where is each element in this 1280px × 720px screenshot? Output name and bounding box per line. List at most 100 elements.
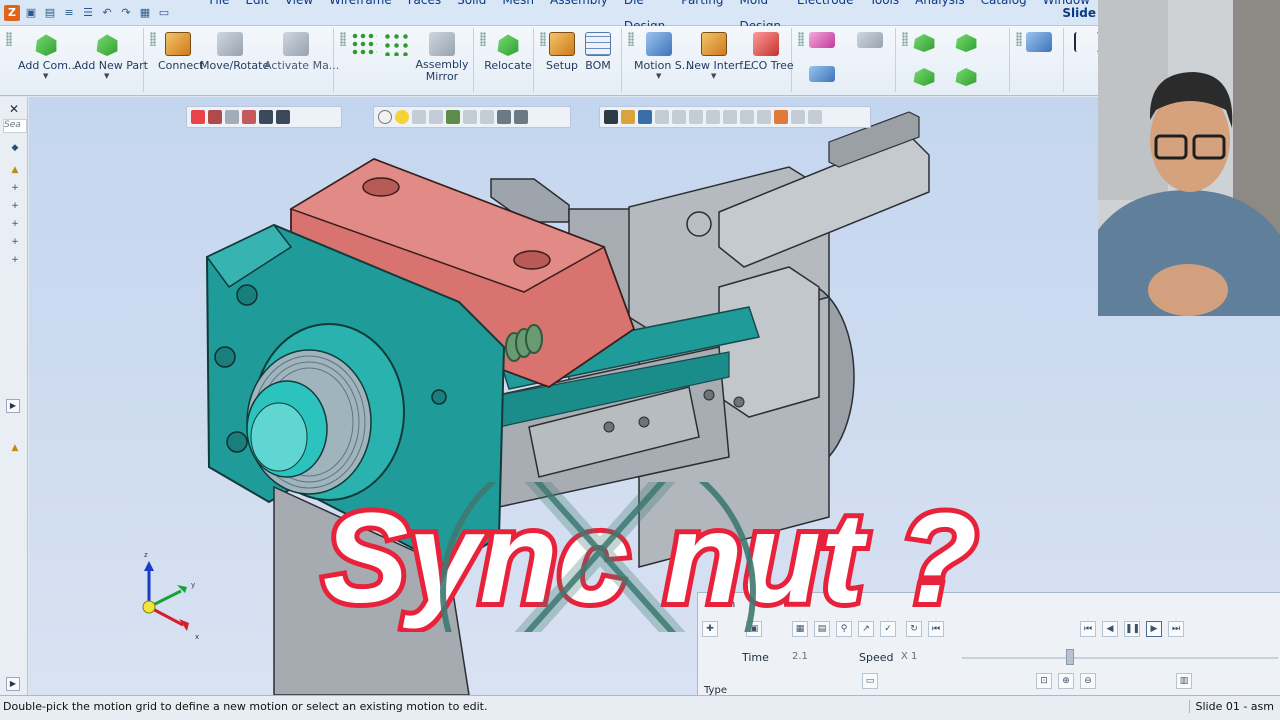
relocate-button[interactable]: Relocate bbox=[484, 32, 532, 72]
window-icon[interactable]: ▭ bbox=[862, 673, 878, 689]
eco-tree-button[interactable]: ECO Tree bbox=[744, 32, 794, 72]
zoom-icon[interactable] bbox=[638, 110, 652, 124]
pick-icon[interactable] bbox=[225, 110, 239, 124]
shading-icon[interactable] bbox=[514, 110, 528, 124]
bom-button[interactable]: BOM bbox=[582, 32, 614, 72]
shape-split-button[interactable] bbox=[952, 66, 980, 89]
datum-icon bbox=[857, 32, 883, 48]
manager-panel: ✕ Sea ◆ ▲ + + + + + ▶ ▲ ▶ bbox=[0, 97, 28, 695]
view-top-icon[interactable] bbox=[655, 110, 669, 124]
ribbon-group-shapes bbox=[900, 28, 1010, 92]
grip-icon bbox=[798, 32, 804, 46]
view-alt-icon[interactable] bbox=[429, 110, 443, 124]
view-front-icon[interactable] bbox=[672, 110, 686, 124]
view-left-icon[interactable] bbox=[706, 110, 720, 124]
chevron-right-icon[interactable]: ▶ bbox=[6, 399, 20, 413]
close-icon[interactable]: ✕ bbox=[6, 101, 22, 117]
pin-icon[interactable]: ◆ bbox=[10, 143, 20, 153]
zoom-out-icon[interactable]: ⊖ bbox=[1080, 673, 1096, 689]
speed-select[interactable]: X 1 bbox=[901, 651, 917, 662]
new-interference-button[interactable]: New Interf... ▼ bbox=[686, 32, 753, 80]
add-new-part-button[interactable]: Add New Part ▼ bbox=[74, 32, 148, 80]
view-active-icon[interactable] bbox=[774, 110, 788, 124]
light-on-icon[interactable] bbox=[395, 110, 409, 124]
view-iso-icon[interactable] bbox=[757, 110, 771, 124]
chevron-right-icon[interactable]: ▶ bbox=[6, 677, 20, 691]
zoom-in-icon[interactable]: ⊕ bbox=[1058, 673, 1074, 689]
shape-cube-button[interactable] bbox=[910, 32, 938, 55]
save-icon[interactable]: ▣ bbox=[23, 5, 39, 21]
connect-icon bbox=[165, 32, 191, 56]
menu-slide[interactable]: Slide bbox=[1062, 0, 1096, 26]
ribbon-group-datum bbox=[796, 28, 896, 92]
tree-expand-icon[interactable]: + bbox=[10, 183, 20, 193]
ribbon-group-position: Connect Move/Rotate Activate Ma... bbox=[148, 28, 340, 92]
select-all-icon[interactable] bbox=[208, 110, 222, 124]
display-toolbar bbox=[373, 106, 571, 128]
shape-wedge-button[interactable] bbox=[952, 32, 980, 55]
view-right-icon[interactable] bbox=[689, 110, 703, 124]
motion-sim-button[interactable]: Motion S... ▼ bbox=[634, 32, 692, 80]
add-component-label: Add Com... bbox=[18, 59, 79, 72]
list-alt-icon[interactable]: ☰ bbox=[80, 5, 96, 21]
app-logo-icon[interactable]: Z bbox=[4, 4, 20, 21]
assembly-mirror-button[interactable]: Assembly Mirror bbox=[414, 32, 470, 83]
rotate-view-icon[interactable] bbox=[604, 110, 618, 124]
box-select-icon[interactable] bbox=[259, 110, 273, 124]
tree-expand-icon[interactable]: + bbox=[10, 255, 20, 265]
cube-view-icon[interactable] bbox=[497, 110, 511, 124]
tools-extra-button[interactable] bbox=[1024, 32, 1054, 55]
measure-button[interactable] bbox=[1074, 32, 1100, 55]
datum-button[interactable] bbox=[856, 32, 884, 51]
timeline-slider-thumb[interactable] bbox=[1066, 649, 1074, 665]
pattern-grid-button[interactable] bbox=[350, 32, 378, 59]
next-view-icon[interactable] bbox=[480, 110, 494, 124]
timeline-slider-track[interactable] bbox=[962, 657, 1278, 659]
plane-button[interactable] bbox=[808, 32, 836, 51]
redo-icon[interactable]: ↷ bbox=[118, 5, 134, 21]
list-icon[interactable]: ≡ bbox=[61, 5, 77, 21]
pan-icon[interactable] bbox=[621, 110, 635, 124]
filter-select-icon[interactable] bbox=[242, 110, 256, 124]
view-icon[interactable] bbox=[412, 110, 426, 124]
time-value[interactable]: 2.1 bbox=[792, 651, 808, 662]
activate-main-button[interactable]: Activate Ma... bbox=[264, 32, 340, 72]
tree-expand-icon[interactable]: + bbox=[10, 201, 20, 211]
move-rotate-button[interactable]: Move/Rotate bbox=[200, 32, 269, 72]
status-message: Double-pick the motion grid to define a … bbox=[3, 700, 488, 713]
filter-icon[interactable]: ▦ bbox=[137, 5, 153, 21]
render-icon[interactable] bbox=[446, 110, 460, 124]
tree-expand-icon[interactable]: + bbox=[10, 237, 20, 247]
setup-button[interactable]: Setup bbox=[546, 32, 578, 72]
setup-label: Setup bbox=[546, 59, 579, 72]
view-bottom-icon[interactable] bbox=[740, 110, 754, 124]
add-component-button[interactable]: Add Com... ▼ bbox=[18, 32, 79, 80]
shape-block-button[interactable] bbox=[910, 66, 938, 89]
grip-icon bbox=[1016, 32, 1022, 46]
fit-icon[interactable]: ⊡ bbox=[1036, 673, 1052, 689]
previous-view-icon[interactable] bbox=[463, 110, 477, 124]
activate-main-label: Activate Ma... bbox=[264, 59, 340, 72]
assembly-icon[interactable]: ▲ bbox=[10, 165, 20, 175]
tree-expand-icon[interactable]: + bbox=[10, 219, 20, 229]
assembly-icon[interactable]: ▲ bbox=[10, 443, 20, 453]
view-more-icon[interactable] bbox=[791, 110, 805, 124]
undo-icon[interactable]: ↶ bbox=[99, 5, 115, 21]
view-back-icon[interactable] bbox=[723, 110, 737, 124]
status-slide: Slide 01 - asm bbox=[1188, 700, 1274, 713]
open-folder-icon[interactable]: ▤ bbox=[42, 5, 58, 21]
view-extra-icon[interactable] bbox=[808, 110, 822, 124]
skip-forward-icon[interactable]: ⏭ bbox=[1168, 621, 1184, 637]
clear-selection-icon[interactable] bbox=[191, 110, 205, 124]
block-icon bbox=[913, 68, 935, 86]
window-icon[interactable]: ▭ bbox=[156, 5, 172, 21]
connect-button[interactable]: Connect bbox=[158, 32, 203, 72]
axis-button[interactable] bbox=[808, 66, 836, 85]
window-select-icon[interactable] bbox=[276, 110, 290, 124]
new-interference-label: New Interf... bbox=[686, 59, 753, 72]
light-off-icon[interactable] bbox=[378, 110, 392, 124]
pattern-circle-button[interactable] bbox=[382, 32, 410, 59]
grip-icon bbox=[6, 32, 12, 46]
chart-icon[interactable]: ▥ bbox=[1176, 673, 1192, 689]
search-input[interactable]: Sea bbox=[3, 119, 27, 133]
